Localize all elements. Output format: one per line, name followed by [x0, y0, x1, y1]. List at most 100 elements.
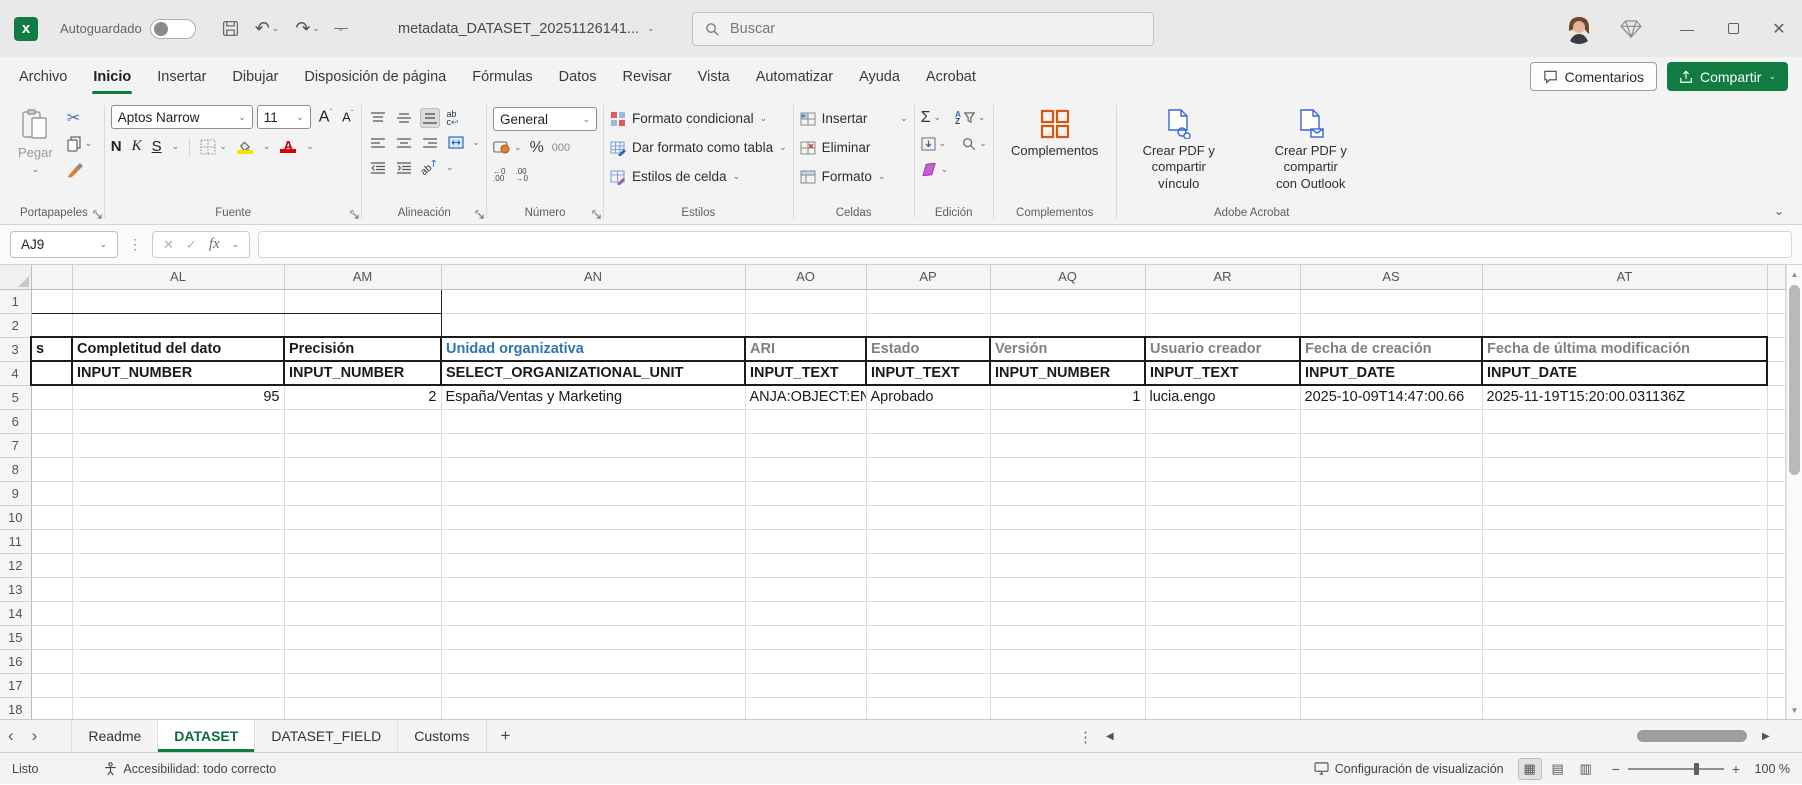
align-middle-icon[interactable]	[394, 108, 414, 128]
cell-AQ18[interactable]	[990, 697, 1145, 719]
cell-AO9[interactable]	[745, 481, 866, 505]
accounting-format-button[interactable]: ⌄	[493, 137, 522, 158]
cell-AN17[interactable]	[441, 673, 745, 697]
orientation-chevron-icon[interactable]: ⌄	[446, 163, 454, 172]
cell-AO12[interactable]	[745, 553, 866, 577]
row-header-14[interactable]: 14	[0, 601, 31, 625]
cell-AS16[interactable]	[1300, 649, 1482, 673]
row-header-1[interactable]: 1	[0, 289, 31, 313]
cell-AS14[interactable]	[1300, 601, 1482, 625]
menu-tab-ayuda[interactable]: Ayuda	[846, 57, 913, 97]
menu-tab-inicio[interactable]: Inicio	[80, 57, 144, 97]
minimize-button[interactable]: —	[1664, 0, 1710, 57]
cell-AM8[interactable]	[284, 457, 441, 481]
zoom-out-icon[interactable]: −	[1612, 761, 1620, 777]
column-header-AS[interactable]: AS	[1300, 265, 1482, 289]
cell-AT2[interactable]	[1482, 313, 1767, 337]
view-page-layout-icon[interactable]: ▤	[1546, 758, 1570, 780]
underline-chevron-icon[interactable]: ⌄	[172, 142, 180, 151]
cell-AM4[interactable]: INPUT_NUMBER	[284, 361, 441, 385]
cell-stub10[interactable]	[31, 505, 72, 529]
cell-AP4[interactable]: INPUT_TEXT	[866, 361, 990, 385]
font-dialog-launcher-icon[interactable]	[350, 210, 359, 219]
cell-stub14[interactable]	[31, 601, 72, 625]
paste-button[interactable]: Pegar⌄	[10, 105, 61, 178]
cell-AS13[interactable]	[1300, 577, 1482, 601]
row-header-10[interactable]: 10	[0, 505, 31, 529]
sheet-tab-dataset_field[interactable]: DATASET_FIELD	[255, 720, 398, 752]
comments-button[interactable]: Comentarios	[1530, 62, 1657, 91]
row-header-16[interactable]: 16	[0, 649, 31, 673]
sheet-tab-readme[interactable]: Readme	[71, 720, 158, 752]
font-color-chevron-icon[interactable]: ⌄	[306, 142, 314, 151]
cell-AP15[interactable]	[866, 625, 990, 649]
row-header-5[interactable]: 5	[0, 385, 31, 409]
customize-toolbar-icon[interactable]	[334, 28, 348, 29]
cell-AS17[interactable]	[1300, 673, 1482, 697]
cell-AP17[interactable]	[866, 673, 990, 697]
save-icon[interactable]	[216, 16, 245, 41]
cell-AS3[interactable]: Fecha de creación	[1300, 337, 1482, 361]
cell-AL5[interactable]: 95	[72, 385, 284, 409]
cell-AN8[interactable]	[441, 457, 745, 481]
cell-AS18[interactable]	[1300, 697, 1482, 719]
cell-AR14[interactable]	[1145, 601, 1300, 625]
cell-stub8[interactable]	[31, 457, 72, 481]
share-button[interactable]: Compartir ⌄	[1667, 62, 1788, 91]
row-header-18[interactable]: 18	[0, 697, 31, 719]
cell-AS7[interactable]	[1300, 433, 1482, 457]
font-color-button[interactable]: A	[280, 140, 296, 153]
cell-AM14[interactable]	[284, 601, 441, 625]
cell-AP1[interactable]	[866, 289, 990, 313]
confirm-entry-icon[interactable]: ✓	[186, 237, 197, 253]
menu-tab-insertar[interactable]: Insertar	[144, 57, 219, 97]
cell-AL17[interactable]	[72, 673, 284, 697]
menu-tab-vista[interactable]: Vista	[685, 57, 743, 97]
scroll-up-icon[interactable]: ▲	[1787, 265, 1802, 283]
insert-function-icon[interactable]: fx	[209, 236, 220, 253]
row-header-17[interactable]: 17	[0, 673, 31, 697]
cell-AS15[interactable]	[1300, 625, 1482, 649]
premium-gem-icon[interactable]	[1620, 20, 1642, 38]
hscroll-right-icon[interactable]: ▶	[1762, 720, 1770, 753]
fill-color-button[interactable]	[237, 140, 253, 154]
cell-AS9[interactable]	[1300, 481, 1482, 505]
font-name-select[interactable]: Aptos Narrow⌄	[111, 105, 253, 129]
column-header-stub[interactable]	[31, 265, 72, 289]
font-size-select[interactable]: 11⌄	[257, 105, 311, 129]
cell-AR8[interactable]	[1145, 457, 1300, 481]
cell-AN15[interactable]	[441, 625, 745, 649]
cell-AT1[interactable]	[1482, 289, 1767, 313]
cell-AM2[interactable]	[284, 313, 441, 337]
sheet-nav-left-icon[interactable]: ‹	[8, 726, 14, 746]
cell-AR6[interactable]	[1145, 409, 1300, 433]
format-cells-button[interactable]: Formato⌄	[800, 165, 908, 188]
cell-AT11[interactable]	[1482, 529, 1767, 553]
cell-stub6[interactable]	[31, 409, 72, 433]
cell-AM1[interactable]	[284, 289, 441, 313]
cell-AO1[interactable]	[745, 289, 866, 313]
zoom-slider[interactable]	[1628, 768, 1724, 770]
merge-center-icon[interactable]	[446, 133, 466, 153]
cell-AR2[interactable]	[1145, 313, 1300, 337]
cell-stub4[interactable]	[31, 361, 72, 385]
column-header-AO[interactable]: AO	[745, 265, 866, 289]
align-right-icon[interactable]	[420, 133, 440, 153]
view-page-break-icon[interactable]: ▥	[1574, 758, 1598, 780]
menu-tab-disposición-de-página[interactable]: Disposición de página	[291, 57, 459, 97]
sheet-tab-dataset[interactable]: DATASET	[158, 720, 255, 752]
cell-stub13[interactable]	[31, 577, 72, 601]
cell-AP18[interactable]	[866, 697, 990, 719]
cut-button[interactable]: ✂	[67, 107, 93, 128]
cell-AO16[interactable]	[745, 649, 866, 673]
cell-stub11[interactable]	[31, 529, 72, 553]
cell-AP11[interactable]	[866, 529, 990, 553]
fill-color-chevron-icon[interactable]: ⌄	[263, 142, 271, 151]
cell-AT13[interactable]	[1482, 577, 1767, 601]
cell-AM7[interactable]	[284, 433, 441, 457]
column-header-AM[interactable]: AM	[284, 265, 441, 289]
cell-AO14[interactable]	[745, 601, 866, 625]
menu-tab-fórmulas[interactable]: Fórmulas	[459, 57, 545, 97]
menu-tab-archivo[interactable]: Archivo	[6, 57, 80, 97]
hscroll-left-icon[interactable]: ◀	[1106, 720, 1114, 753]
